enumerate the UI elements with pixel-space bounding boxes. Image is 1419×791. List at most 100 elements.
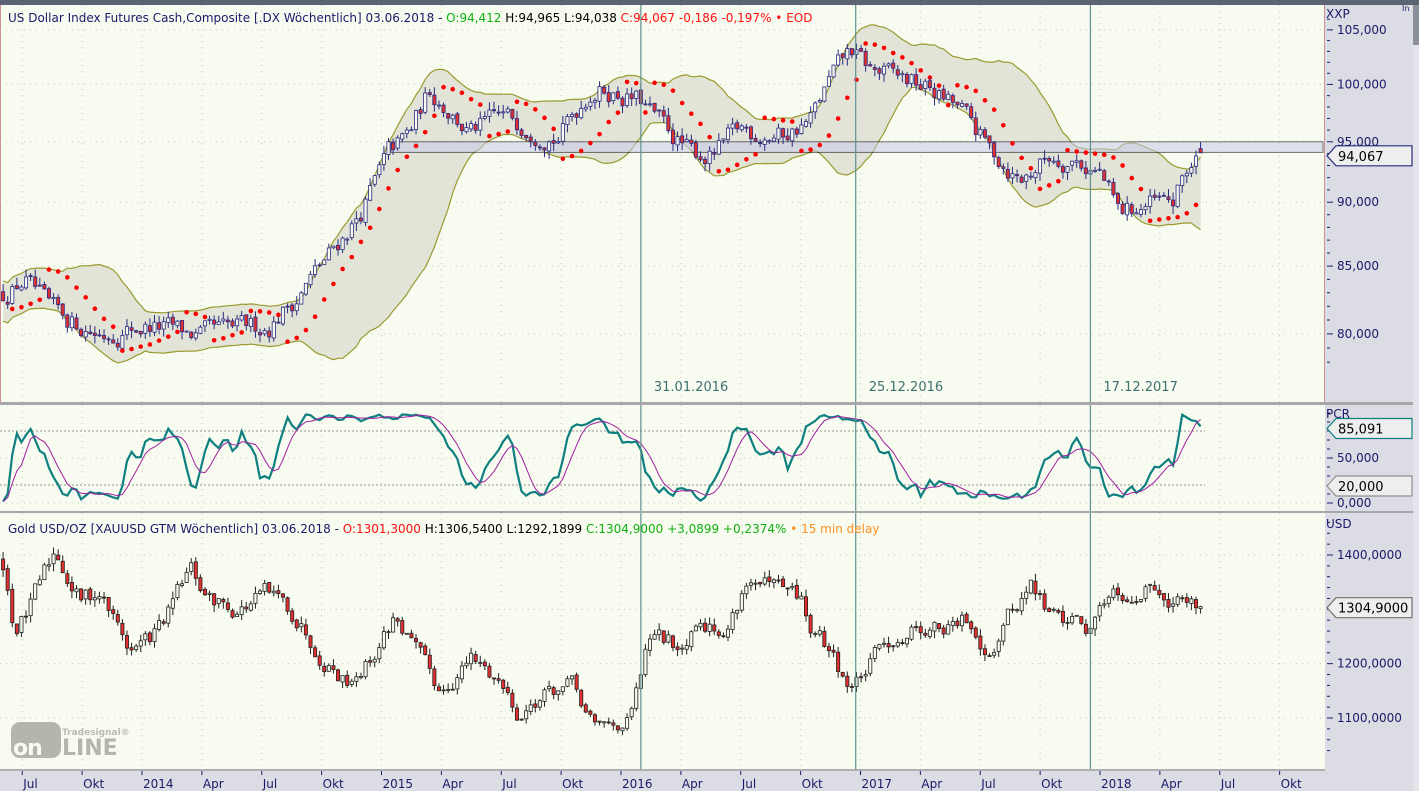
candle-body (822, 86, 827, 102)
panel-divider-2[interactable] (0, 511, 1419, 513)
candle-body (744, 585, 749, 595)
candle-body (987, 135, 992, 144)
sar-dot (9, 306, 15, 312)
candle-body (290, 610, 295, 622)
gold-last-price-label[interactable]: 1304,9000 (1326, 597, 1413, 619)
gold-candle (909, 624, 914, 641)
candle-body (762, 577, 767, 585)
event-label: 25.12.2016 (869, 380, 943, 395)
sar-dot (854, 77, 859, 83)
dx-last-price-label[interactable]: 94,067 (1326, 145, 1413, 167)
candle-body (799, 124, 804, 134)
sar-dot (110, 324, 116, 329)
sar-dot (358, 239, 364, 245)
candle-body (69, 582, 74, 592)
candle-body (138, 640, 143, 647)
sar-dot (138, 344, 144, 349)
sar-dot (1101, 152, 1107, 157)
sar-dot (588, 140, 593, 146)
x-tick-label: Apr (442, 777, 463, 791)
sar-dot (46, 267, 52, 272)
candle-body (1102, 170, 1107, 181)
candle-body (262, 583, 267, 592)
candle-body (14, 623, 19, 635)
panel-divider-1[interactable] (0, 402, 1419, 405)
candle-body (37, 284, 42, 287)
sar-dot (551, 126, 556, 132)
x-tick-label: Okt (323, 777, 344, 791)
y-tick-label: 1100,0000 (1337, 711, 1402, 725)
y-tick-label: 85,000 (1337, 259, 1379, 273)
candle-body (189, 331, 194, 338)
x-tick-label: Jul (1220, 777, 1235, 791)
candle-body (927, 629, 932, 637)
x-axis-divider (0, 769, 1325, 771)
candle-body (969, 621, 974, 630)
gold-candle (643, 644, 648, 678)
candle-body (363, 661, 368, 678)
sar-dot (386, 186, 391, 191)
sar-dot (349, 254, 355, 260)
candle-body (574, 113, 579, 118)
candle-body (932, 87, 937, 99)
candle-body (721, 635, 726, 638)
candle-body (583, 704, 588, 713)
candle-body (1152, 194, 1157, 198)
candle-body (120, 335, 125, 349)
candle-body (115, 342, 120, 348)
candle-body (381, 631, 386, 649)
sar-dot (303, 327, 309, 333)
candle-body (46, 564, 51, 567)
candle-body (666, 634, 671, 643)
candle-body (65, 573, 70, 584)
pcr-level-label[interactable]: 20,000 (1326, 475, 1413, 497)
candle-body (721, 138, 726, 141)
candle-body (230, 320, 235, 327)
sar-dot (175, 329, 180, 335)
candle-body (276, 590, 281, 595)
candle-body (386, 631, 391, 634)
candle-body (955, 101, 960, 106)
candle-body (620, 727, 625, 732)
candle-body (579, 108, 584, 119)
sar-dot (872, 42, 878, 47)
sar-dot (156, 338, 162, 343)
sar-dot (955, 82, 960, 88)
sar-dot (890, 50, 896, 56)
y-tick-label: 80,000 (1337, 327, 1379, 341)
candle-body (446, 689, 451, 691)
candle-body (79, 328, 84, 337)
candle-body (882, 65, 887, 75)
candle-body (964, 103, 969, 107)
candle-body (1070, 616, 1075, 624)
candle-body (794, 584, 799, 599)
candle-body (170, 598, 175, 609)
scrollbar[interactable] (1413, 5, 1419, 791)
candle-body (313, 265, 318, 275)
candle-body (5, 568, 10, 591)
candle-body (703, 158, 708, 165)
candle-body (1093, 616, 1098, 630)
corner-label[interactable]: In (1402, 4, 1409, 13)
candle-body (469, 652, 474, 665)
candle-body (368, 185, 373, 201)
candle-body (1047, 608, 1052, 612)
sar-dot (422, 129, 428, 135)
candle-body (372, 658, 377, 663)
pcr-last-value-label[interactable]: 85,091 (1326, 417, 1413, 440)
dx-candle (184, 330, 189, 333)
scrollbar-thumb[interactable] (1413, 5, 1419, 45)
candle-body (143, 323, 148, 334)
candle-body (703, 622, 708, 632)
sar-dot (835, 116, 841, 121)
sar-dot (450, 86, 456, 92)
candle-body (712, 624, 717, 632)
candle-body (863, 50, 868, 66)
candle-body (28, 275, 33, 277)
candle-body (473, 654, 478, 662)
candle-body (767, 140, 772, 143)
sar-dot (725, 167, 731, 173)
candle-body (102, 596, 107, 599)
sar-dot (404, 154, 410, 160)
sar-dot (211, 337, 217, 343)
